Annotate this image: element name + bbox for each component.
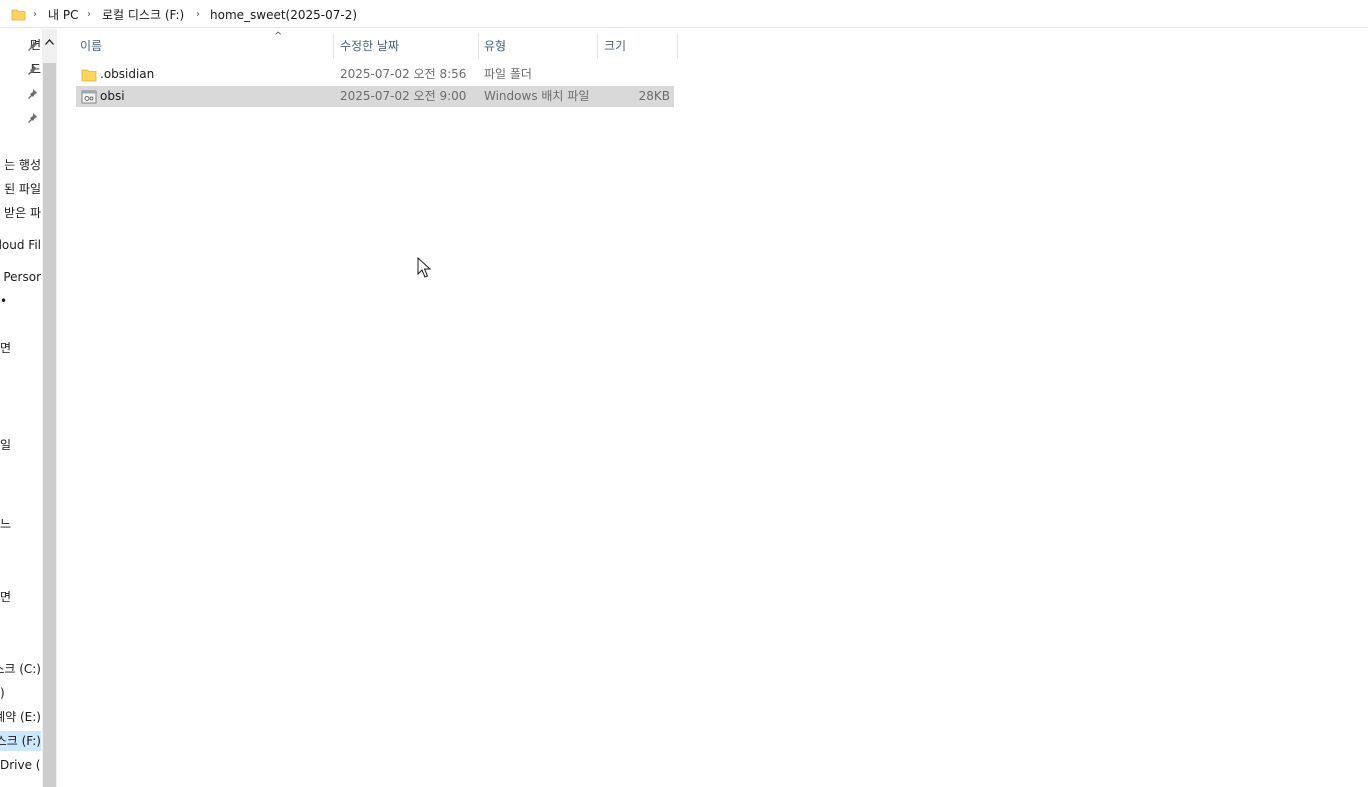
navigation-pane: 면 드 는 행성 된 파일 둥 받은 파 Cloud Fil - Persor … bbox=[0, 29, 41, 787]
nav-item-drive-c[interactable]: 스크 (C:) bbox=[0, 659, 41, 679]
nav-item[interactable]: 면 bbox=[0, 587, 41, 607]
nav-item[interactable]: - Persor bbox=[0, 267, 41, 287]
nav-item-drive[interactable]: ) bbox=[0, 683, 41, 703]
column-header-type[interactable]: 유형 bbox=[480, 33, 597, 59]
folder-icon bbox=[11, 9, 26, 21]
mouse-cursor-icon bbox=[417, 257, 431, 278]
file-name: obsi bbox=[100, 89, 125, 103]
file-size: 28KB bbox=[638, 89, 670, 103]
breadcrumb-item-local-disk-f[interactable]: 로컬 디스크 (F:) bbox=[102, 7, 184, 23]
file-name: .obsidian bbox=[100, 67, 155, 81]
batch-file-icon bbox=[81, 90, 97, 104]
chevron-up-icon bbox=[45, 39, 54, 45]
breadcrumb-separator: › bbox=[196, 9, 200, 20]
column-header: ^ 이름 수정한 날짜 유형 크기 bbox=[76, 31, 678, 59]
pin-icon bbox=[28, 89, 37, 99]
file-row[interactable]: .obsidian 2025-07-02 오전 8:56 파일 폴더 bbox=[76, 64, 674, 85]
column-divider[interactable] bbox=[677, 33, 678, 59]
column-header-name[interactable]: 이름 bbox=[76, 33, 333, 59]
scroll-thumb[interactable] bbox=[43, 63, 56, 787]
nav-item[interactable]: 일 bbox=[0, 435, 41, 455]
nav-item[interactable]: Cloud Fil bbox=[0, 235, 41, 255]
nav-item-drive-f[interactable]: 스크 (F:) bbox=[0, 731, 41, 751]
nav-item[interactable]: 면 bbox=[0, 338, 41, 358]
pin-icon bbox=[28, 41, 37, 51]
pin-icon bbox=[28, 65, 37, 75]
file-type: Windows 배치 파일 bbox=[484, 89, 590, 103]
breadcrumb-separator: › bbox=[33, 9, 37, 20]
nav-scrollbar[interactable] bbox=[42, 29, 57, 787]
file-modified: 2025-07-02 오전 8:56 bbox=[340, 67, 467, 81]
nav-item-drive-z[interactable]: Drive (Z bbox=[0, 755, 41, 775]
column-divider[interactable] bbox=[333, 33, 334, 59]
nav-item[interactable]: 는 행성 bbox=[0, 155, 41, 175]
address-bar[interactable]: › 내 PC › 로컬 디스크 (F:) › home_sweet(2025-0… bbox=[0, 0, 1368, 28]
file-row-selected[interactable]: obsi 2025-07-02 오전 9:00 Windows 배치 파일 28… bbox=[76, 86, 674, 107]
folder-icon bbox=[81, 69, 97, 82]
pin-icon bbox=[28, 113, 37, 123]
file-type: 파일 폴더 bbox=[484, 67, 532, 81]
nav-item[interactable]: 느 bbox=[0, 514, 41, 534]
nav-item[interactable]: • bbox=[0, 291, 41, 311]
breadcrumb-item-my-pc[interactable]: 내 PC bbox=[48, 7, 78, 23]
column-divider[interactable] bbox=[597, 33, 598, 59]
nav-item[interactable]: 둥 받은 파 bbox=[0, 203, 41, 223]
nav-item[interactable]: 된 파일 bbox=[0, 179, 41, 199]
column-header-modified[interactable]: 수정한 날짜 bbox=[336, 33, 478, 59]
scroll-up-button[interactable] bbox=[42, 29, 57, 63]
breadcrumb-separator: › bbox=[87, 9, 91, 20]
column-divider[interactable] bbox=[478, 33, 479, 59]
nav-item-drive-e[interactable]: 계약 (E:) bbox=[0, 707, 41, 727]
file-modified: 2025-07-02 오전 9:00 bbox=[340, 89, 467, 103]
breadcrumb-item-home-sweet[interactable]: home_sweet(2025-07-2) bbox=[210, 7, 357, 23]
column-header-size[interactable]: 크기 bbox=[600, 33, 677, 59]
